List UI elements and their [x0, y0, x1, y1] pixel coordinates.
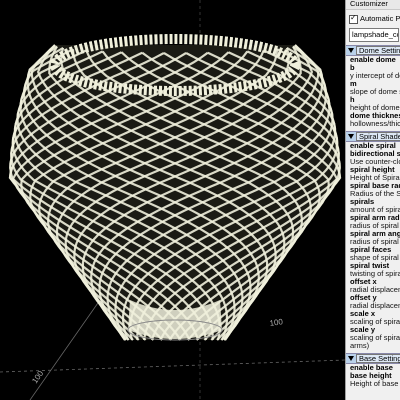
x-axis-line: [0, 359, 345, 373]
expand-arrow-icon[interactable]: [348, 48, 354, 53]
automatic-preview-toggle[interactable]: Automatic Preview: [346, 10, 400, 24]
group-label: Spiral Shade S: [356, 132, 400, 141]
3d-viewport[interactable]: 100 100: [0, 0, 345, 400]
parameter-description: hollowness/thickn: [350, 119, 400, 128]
lampshade-model-render: 100 100: [0, 0, 345, 400]
group-label: Base Settings: [356, 354, 400, 363]
y-axis-line: [29, 299, 101, 400]
lampshade-shape: [8, 34, 342, 341]
customizer-panel: Customizer Automatic Preview lampshade_c…: [345, 0, 400, 400]
parameter-description: Height of base: [350, 379, 399, 388]
group-label: Dome Settings: [356, 46, 400, 55]
expand-arrow-icon[interactable]: [348, 134, 354, 139]
parameter-description: arms): [350, 341, 370, 350]
automatic-preview-label: Automatic Preview: [360, 14, 400, 23]
axis-tick-label: 100: [269, 317, 284, 328]
preset-select[interactable]: lampshade_conve: [349, 28, 399, 42]
automatic-preview-checkbox[interactable]: [349, 14, 358, 24]
customizer-title: Customizer: [346, 0, 400, 10]
expand-arrow-icon[interactable]: [348, 356, 354, 361]
